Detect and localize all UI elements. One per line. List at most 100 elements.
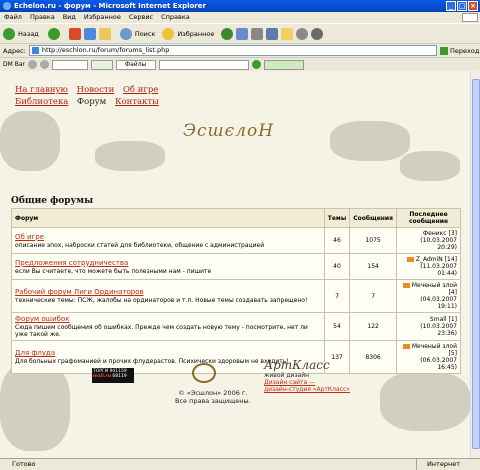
forum-title-link[interactable]: Предложения сотрудничества <box>15 259 321 267</box>
last-post-date: (06.03.2007 16:45) <box>420 357 457 371</box>
forum-title-link[interactable]: Рабочий форум Лиги Ординаторов <box>15 288 321 296</box>
favorites-star-icon[interactable] <box>162 27 175 40</box>
last-post-user[interactable]: Small [1] <box>400 316 457 323</box>
history-icon[interactable] <box>221 27 234 40</box>
nav-forum-current: Форум <box>77 97 107 107</box>
artklass-tagline: живой дизайн <box>264 372 310 379</box>
search-icon[interactable] <box>119 27 132 40</box>
standard-toolbar: Назад Поиск Избранное <box>0 23 480 43</box>
mechanical-ornament-decoration <box>400 151 460 181</box>
last-post-date: (04.03.2007 19:11) <box>420 296 457 310</box>
last-post-user[interactable]: Меченый злой [5] <box>412 343 457 357</box>
last-post: Феникс [3] (10.03.2007 20:29) <box>396 227 461 254</box>
site-logo: ЭсшєлоН <box>183 121 275 141</box>
section-title: Общие форумы <box>11 196 94 206</box>
research-icon[interactable] <box>296 27 309 40</box>
last-post-user[interactable]: Z_AdmiN [14] <box>416 256 457 263</box>
menu-bar: Файл Правка Вид Избранное Сервис Справка <box>0 12 480 23</box>
close-button[interactable]: × <box>468 1 478 11</box>
left-skull-decoration <box>0 111 60 171</box>
forum-title-link[interactable]: Форум ошибок <box>15 315 321 323</box>
messenger-icon[interactable] <box>281 27 294 40</box>
forum-title-link[interactable]: Для флуда <box>15 349 321 357</box>
back-button[interactable]: Назад <box>18 30 39 38</box>
mail-ru-counter[interactable]: ТОРГИ 941159 mail.ru 68119 <box>92 368 134 383</box>
header-last: Последнее сообщение <box>396 208 461 228</box>
nav-contacts-link[interactable]: Контакты <box>115 97 159 107</box>
last-post-user[interactable]: Феникс [3] <box>400 230 457 237</box>
home-icon[interactable] <box>98 27 111 40</box>
vertical-scrollbar[interactable] <box>470 71 480 458</box>
dm-toolbar: DM Bar Файлы <box>0 57 480 71</box>
table-row: Предложения сотрудничества если Вы счита… <box>11 253 461 280</box>
last-post-date: (10.03.2007 23:36) <box>420 323 457 337</box>
stop-icon[interactable] <box>68 27 81 40</box>
back-arrow-icon[interactable] <box>3 27 15 40</box>
dm-bar-label: DM Bar <box>3 61 25 68</box>
last-post-user[interactable]: Меченый злой [4] <box>412 282 457 296</box>
go-arrow-icon <box>440 46 448 55</box>
maximize-button[interactable]: □ <box>457 1 467 11</box>
copyright-text: © «Эсшлон» 2006 г. <box>178 389 248 397</box>
table-row: Для флуда Для больных графоманией и проч… <box>11 340 461 374</box>
scrollbar-thumb[interactable] <box>472 79 480 449</box>
window-controls: _ □ × <box>446 1 478 11</box>
files-dropdown[interactable]: Файлы <box>115 59 156 70</box>
page-content: На главную Новости Об игре Библиотека Фо… <box>0 71 470 458</box>
window-title-bar: Eсhelon.ru - форум - Microsoft Internet … <box>0 0 480 12</box>
edit-icon[interactable] <box>266 27 279 40</box>
forward-arrow-icon[interactable] <box>47 27 60 40</box>
dm-combo[interactable] <box>51 59 88 70</box>
new-message-icon <box>402 283 410 288</box>
minimize-button[interactable]: _ <box>446 1 456 11</box>
menu-help[interactable]: Справка <box>161 12 190 23</box>
status-text: Готово <box>12 460 36 468</box>
print-icon[interactable] <box>251 27 264 40</box>
counter-brand: mail.ru <box>93 374 111 379</box>
refresh-icon[interactable] <box>83 27 96 40</box>
address-input[interactable]: http://eschlon.ru/forum/forums_list.php <box>28 45 437 56</box>
dm-refresh-icon[interactable] <box>39 60 49 69</box>
go-button[interactable]: Переход <box>440 46 480 55</box>
counter-num2: 68119 <box>112 374 127 379</box>
nav-home-link[interactable]: На главную <box>15 85 68 95</box>
new-message-icon <box>402 344 410 349</box>
nav-news-link[interactable]: Новости <box>77 85 115 95</box>
table-row: Форум ошибок Сюда пишем сообщения об оши… <box>11 312 461 341</box>
last-post: Меченый злой [5] (06.03.2007 16:45) <box>396 340 461 374</box>
last-post: Small [1] (10.03.2007 23:36) <box>396 312 461 341</box>
header-topics: Темы <box>323 208 351 228</box>
menu-tools[interactable]: Сервис <box>129 12 153 23</box>
dm-plus-icon[interactable] <box>27 60 37 69</box>
forum-title-link[interactable]: Об игре <box>15 233 321 241</box>
nav-about-link[interactable]: Об игре <box>123 85 158 95</box>
media-icon[interactable] <box>311 27 324 40</box>
header-posts: Сообщения <box>349 208 397 228</box>
last-post-date: (10.03.2007 20:29) <box>420 237 457 251</box>
forum-description: если Вы считаете, что можете быть полезн… <box>15 267 212 275</box>
design-credit-link[interactable]: Дизайн сайта — <box>264 379 350 386</box>
mail-icon[interactable] <box>236 27 249 40</box>
search-button[interactable]: Поиск <box>135 30 156 38</box>
header-forum: Форум <box>11 208 325 228</box>
design-studio-link[interactable]: дизайн-студия «АртКласс» <box>264 386 350 393</box>
dm-green-button[interactable] <box>90 59 113 70</box>
nav-library-link[interactable]: Библиотека <box>15 97 68 107</box>
forum-description: описание эпох, наброски статей для библи… <box>15 241 265 249</box>
topics-count: 40 <box>323 253 351 280</box>
menu-file[interactable]: Файл <box>4 12 22 23</box>
posts-count: 1075 <box>349 227 397 254</box>
windows-logo-icon <box>462 13 478 22</box>
rhino-skull-left-decoration <box>95 141 165 171</box>
rhino-skull-right-decoration <box>330 121 410 161</box>
menu-edit[interactable]: Правка <box>30 12 55 23</box>
menu-view[interactable]: Вид <box>63 12 76 23</box>
table-row: Рабочий форум Лиги Ординаторов техническ… <box>11 279 461 313</box>
menu-favorites[interactable]: Избранное <box>84 12 121 23</box>
download-icon[interactable] <box>251 60 261 69</box>
dm-search-input[interactable] <box>158 59 249 70</box>
last-post: Меченый злой [4] (04.03.2007 19:11) <box>396 279 461 313</box>
posts-count: 8306 <box>349 340 397 374</box>
favorites-button[interactable]: Избранное <box>177 30 214 38</box>
posts-count: 7 <box>349 279 397 313</box>
